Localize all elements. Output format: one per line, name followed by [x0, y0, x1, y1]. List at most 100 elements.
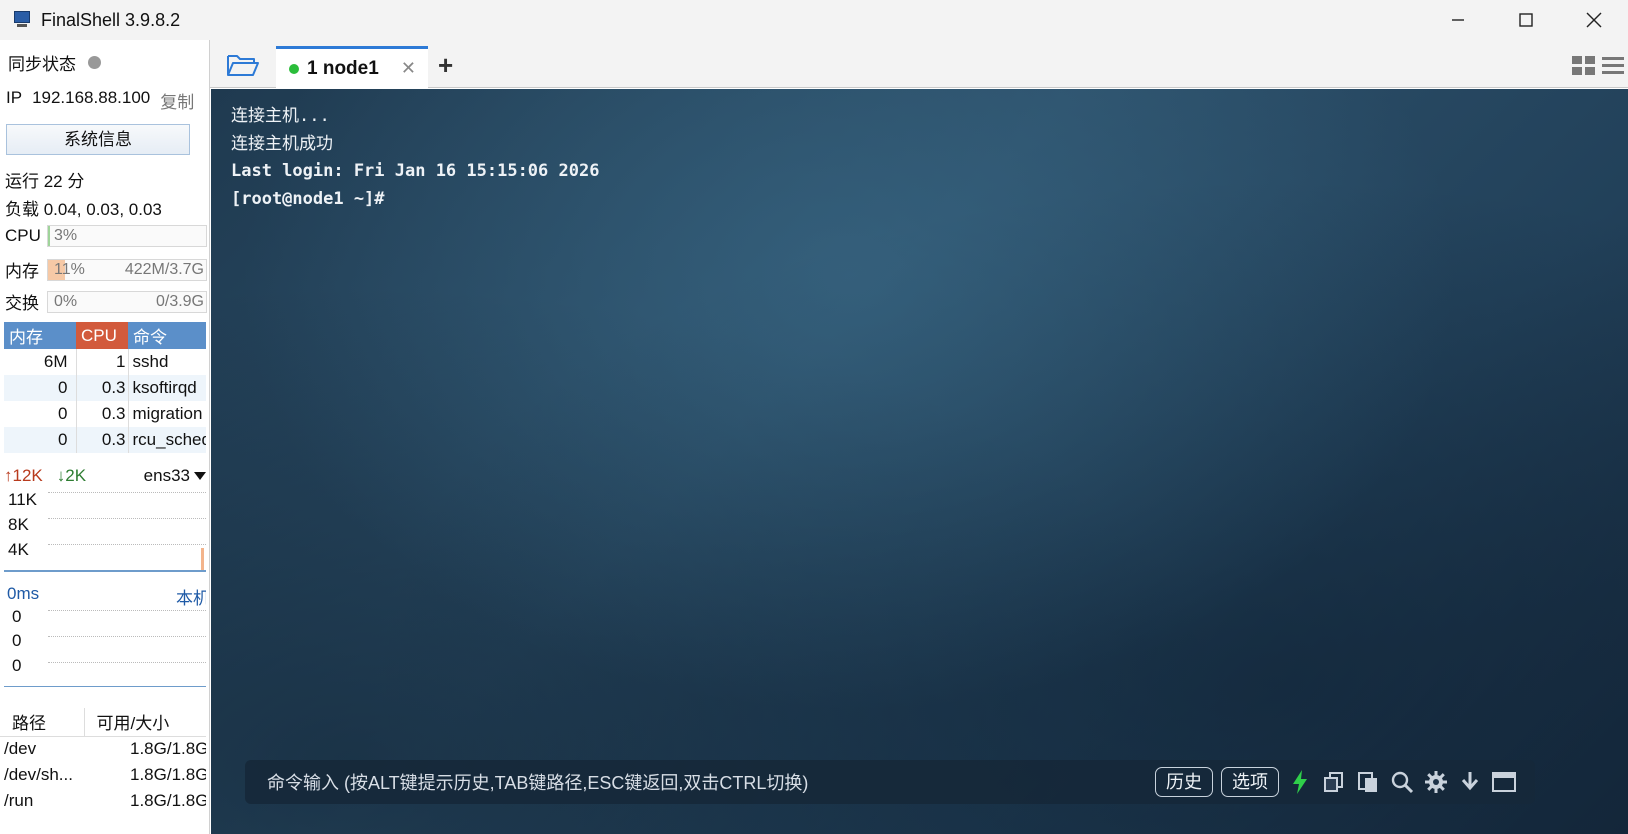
swap-meter: 0% 0/3.9G	[47, 290, 207, 313]
terminal-line: 连接主机成功	[231, 133, 333, 154]
process-cmd: migration	[132, 404, 203, 423]
paste-icon[interactable]	[1355, 769, 1381, 795]
network-chart: 11K 8K 4K	[4, 488, 206, 572]
ping-axis-label: 0	[12, 656, 22, 675]
tab-node1[interactable]: 1 node1 ✕	[276, 46, 428, 88]
ping-host-select[interactable]: 本机	[176, 584, 206, 609]
table-row[interactable]: /run 1.8G/1.8G	[0, 788, 206, 814]
sidebar: 同步状态 IP 192.168.88.100 复制 系统信息 运行 22 分 负…	[0, 40, 210, 834]
minimize-icon	[1452, 19, 1464, 21]
cpu-meter-fill	[48, 226, 51, 246]
grid-line	[48, 544, 206, 545]
table-row[interactable]: 0 0.3 rcu_sched	[4, 427, 206, 453]
close-icon	[1586, 12, 1602, 28]
grid-line	[48, 518, 206, 519]
add-tab-button[interactable]: +	[438, 50, 453, 81]
process-col-cmd[interactable]: 命令	[128, 322, 206, 349]
disk-path: /dev	[4, 739, 37, 759]
process-col-cpu[interactable]: CPU	[76, 322, 128, 349]
process-mem: 0	[4, 401, 77, 427]
table-row[interactable]: /dev 1.8G/1.8G	[0, 736, 206, 762]
download-arrow-icon: ↓	[56, 466, 66, 485]
memory-amount: 422M/3.7G	[124, 260, 204, 278]
minimize-button[interactable]	[1424, 0, 1492, 40]
disk-col-size[interactable]: 可用/大小	[84, 708, 206, 737]
history-button[interactable]: 历史	[1155, 767, 1213, 797]
network-header: ↑ 12K ↓ 2K ens33	[4, 466, 208, 486]
grid-line	[48, 636, 206, 637]
gear-icon[interactable]	[1423, 769, 1449, 795]
upload-arrow-icon: ↑	[4, 466, 13, 485]
sync-status-label: 同步状态	[8, 55, 76, 74]
ip-value: 192.168.88.100	[32, 88, 151, 107]
process-mem: 0	[4, 375, 77, 401]
system-info-button[interactable]: 系统信息	[6, 124, 190, 155]
disk-size: 1.8G/1.8G	[130, 791, 206, 810]
ping-panel: 0ms 本机 0 0 0	[4, 580, 206, 690]
copy-ip-button[interactable]: 复制	[160, 88, 194, 113]
caret-down-icon	[194, 472, 206, 480]
interface-name: ens33	[143, 466, 190, 485]
chart-baseline	[4, 686, 206, 687]
uptime-text: 运行 22 分	[5, 172, 85, 191]
command-input-bar[interactable]: 命令输入 (按ALT键提示历史,TAB键路径,ESC键返回,双击CTRL切换) …	[245, 760, 1535, 804]
command-input-hint[interactable]: 命令输入 (按ALT键提示历史,TAB键路径,ESC键返回,双击CTRL切换)	[267, 769, 808, 795]
window-icon[interactable]	[1491, 769, 1517, 795]
terminal-prompt: [root@node1 ~]#	[231, 188, 385, 209]
disk-col-path[interactable]: 路径	[0, 708, 85, 737]
maximize-button[interactable]	[1492, 0, 1560, 40]
terminal-area[interactable]: 连接主机... 连接主机成功 Last login: Fri Jan 16 15…	[211, 89, 1628, 834]
swap-amount: 0/3.9G	[155, 292, 204, 310]
copy-icon[interactable]	[1321, 769, 1347, 795]
ip-row: IP 192.168.88.100 复制	[6, 88, 194, 113]
lightning-icon[interactable]	[1287, 769, 1313, 795]
cpu-label: CPU	[5, 226, 41, 245]
load-average-text: 负载 0.04, 0.03, 0.03	[5, 200, 162, 219]
window-title: FinalShell 3.9.8.2	[41, 9, 181, 30]
layout-grid-icon[interactable]	[1572, 56, 1596, 76]
close-button[interactable]	[1560, 0, 1628, 40]
swap-label: 交换	[5, 294, 39, 313]
open-folder-button[interactable]	[226, 52, 260, 78]
process-cmd: rcu_sched	[128, 427, 206, 453]
grid-line	[48, 662, 206, 663]
terminal-line: 连接主机...	[231, 106, 330, 126]
grid-line	[48, 610, 206, 611]
ip-label: IP	[6, 88, 23, 107]
ping-latency: 0ms	[7, 584, 40, 603]
table-row[interactable]: /dev/sh... 1.8G/1.8G	[0, 762, 206, 788]
download-icon[interactable]	[1457, 769, 1483, 795]
terminal-output: 连接主机... 连接主机成功 Last login: Fri Jan 16 15…	[231, 103, 599, 213]
table-row[interactable]: 0 0.3 ksoftirqd	[4, 375, 206, 401]
net-axis-label: 11K	[8, 490, 37, 509]
window-controls	[1424, 0, 1628, 40]
memory-meter-row: 内存 11% 422M/3.7G	[5, 257, 207, 282]
cpu-meter-row: CPU 3%	[5, 225, 207, 247]
title-bar: FinalShell 3.9.8.2	[0, 0, 1628, 40]
close-tab-icon[interactable]: ✕	[401, 58, 416, 79]
terminal-line: Last login: Fri Jan 16 15:15:06 2026	[231, 161, 600, 181]
table-row[interactable]: 6M 1 sshd	[4, 349, 206, 375]
folder-icon	[227, 55, 259, 76]
maximize-icon	[1519, 13, 1533, 27]
chart-baseline	[4, 570, 206, 572]
process-col-mem[interactable]: 内存	[4, 322, 76, 349]
memory-meter: 11% 422M/3.7G	[47, 258, 207, 281]
interface-select[interactable]: ens33	[144, 466, 206, 486]
tab-label: 1 node1	[307, 57, 379, 79]
table-row[interactable]: 0 0.3 migration	[4, 401, 206, 427]
search-icon[interactable]	[1389, 769, 1415, 795]
download-speed: 2K	[65, 466, 87, 485]
sync-status: 同步状态	[8, 50, 101, 75]
app-icon	[12, 11, 32, 29]
options-button[interactable]: 选项	[1221, 767, 1279, 797]
tab-bar: 1 node1 ✕ +	[210, 40, 1628, 88]
process-cmd: sshd	[132, 352, 169, 371]
menu-icon[interactable]	[1602, 56, 1624, 76]
process-mem: 6M	[4, 349, 77, 375]
process-cpu: 0.3	[76, 375, 129, 401]
swap-meter-row: 交换 0% 0/3.9G	[5, 289, 207, 314]
disk-table: 路径 可用/大小 /dev 1.8G/1.8G /dev/sh... 1.8G/…	[0, 708, 206, 814]
ping-axis-label: 0	[12, 631, 22, 650]
disk-size: 1.8G/1.8G	[130, 765, 206, 784]
